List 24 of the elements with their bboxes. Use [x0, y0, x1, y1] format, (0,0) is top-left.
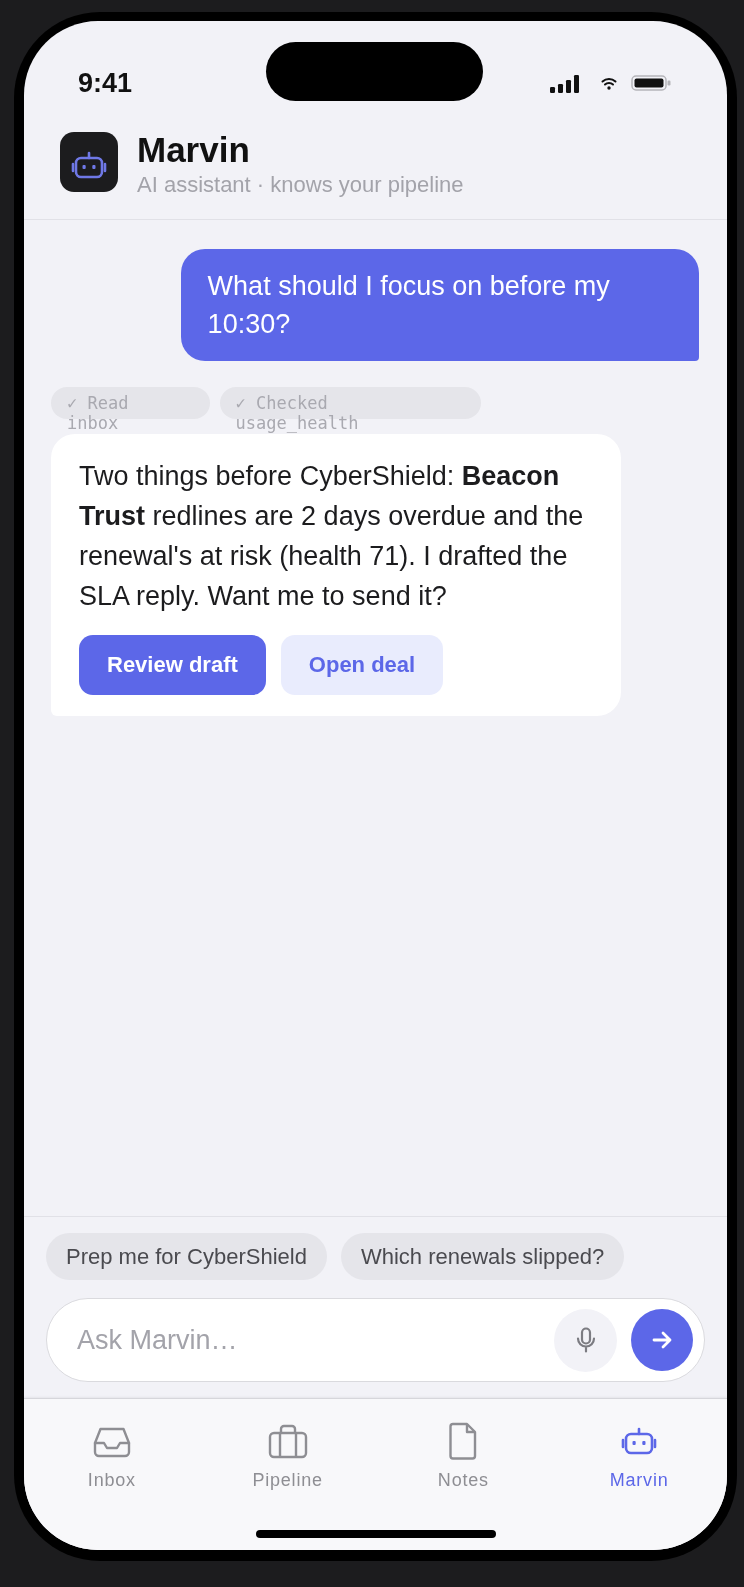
send-button[interactable]: [631, 1309, 693, 1371]
secondary-action-button[interactable]: Open deal: [280, 635, 444, 695]
robot-icon: [60, 132, 118, 192]
wifi-icon: [601, 76, 617, 90]
tab-bar-item[interactable]: Notes: [437, 1421, 489, 1491]
microphone-icon: [574, 1327, 597, 1353]
suggestion-chip[interactable]: Which renewals slipped?: [340, 1233, 625, 1280]
tab-bar-item[interactable]: Inbox: [87, 1421, 136, 1491]
signal-icon: [550, 73, 579, 93]
status-time: 9:41: [78, 68, 133, 100]
tool-call-chip: ✓ Checked usage_health: [219, 387, 481, 433]
tab-bar-item[interactable]: Pipeline: [252, 1421, 323, 1491]
user-message-bubble: What should I focus on before my 10:30?: [180, 249, 699, 361]
battery-icon: [631, 75, 671, 91]
tab-bar-item[interactable]: Marvin: [609, 1421, 669, 1491]
suggestion-chip[interactable]: Prep me for CyberShield: [46, 1233, 327, 1280]
message-text: Two things before CyberShield: Beacon Trust redlines are 2 days overdue and the renewal's at risk (health 71). I drafted the SLA reply. Want me to send it?: [79, 460, 585, 613]
primary-action-button[interactable]: Review draft: [79, 635, 266, 695]
chat-title: Marvin: [137, 130, 250, 170]
tool-call-chip: ✓ Read inbox: [51, 387, 210, 433]
chat-subtitle: AI assistant · knows your pipeline: [137, 172, 464, 198]
message-input-field[interactable]: Ask Marvin…: [46, 1298, 705, 1382]
message-text-input[interactable]: Ask Marvin…: [77, 1318, 544, 1362]
arrow-right-icon: [651, 1329, 673, 1351]
